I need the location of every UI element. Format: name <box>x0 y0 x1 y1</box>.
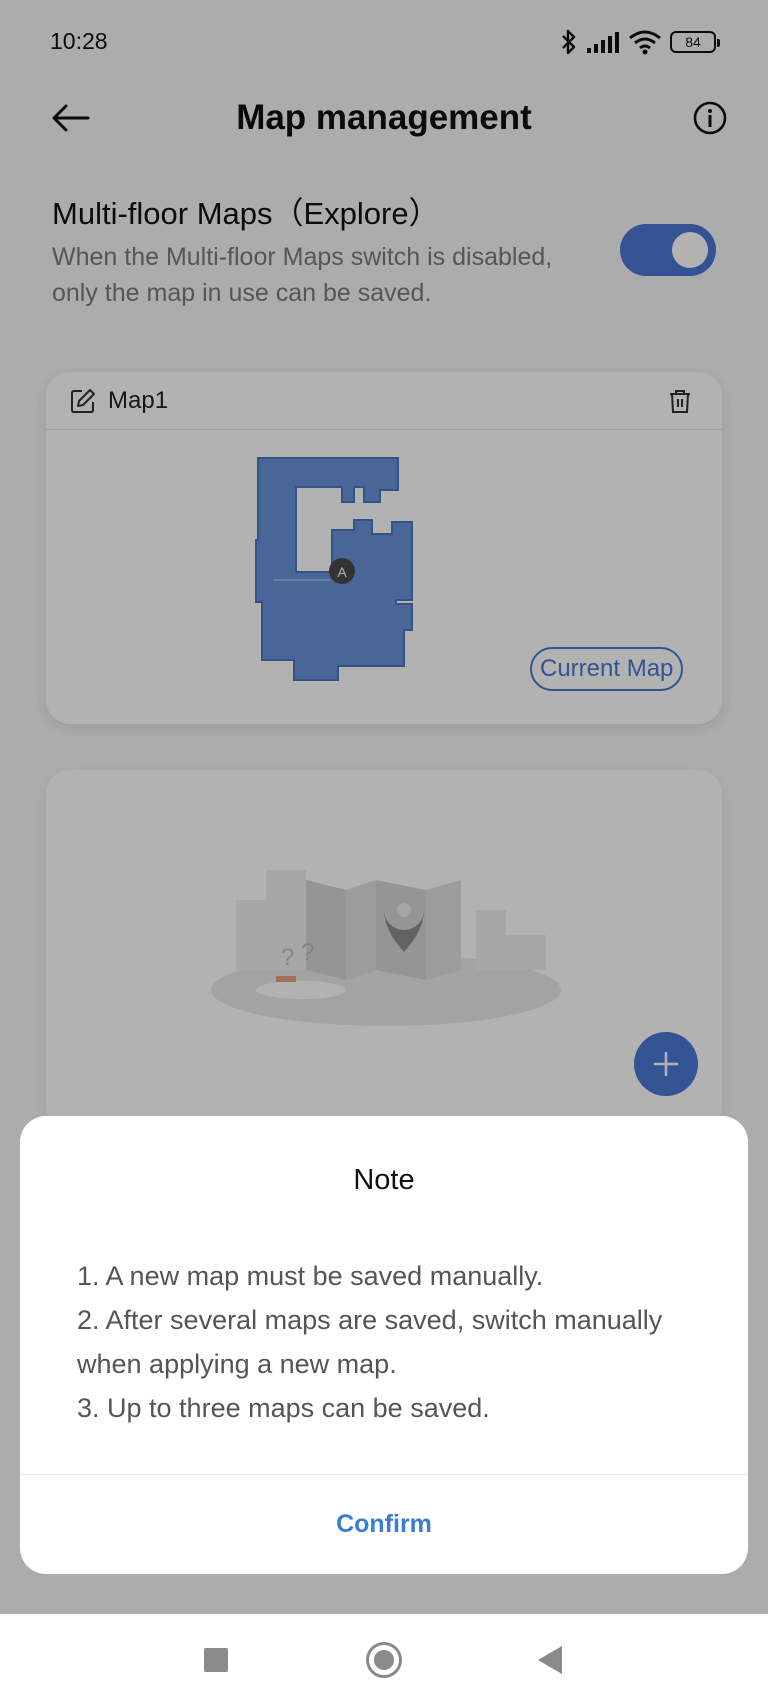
dialog-line: 3. Up to three maps can be saved. <box>77 1393 490 1423</box>
dialog-line: 2. After several maps are saved, switch … <box>77 1305 663 1379</box>
nav-back-button[interactable] <box>538 1646 562 1674</box>
navigation-bar <box>0 1614 768 1706</box>
note-dialog: Note 1. A new map must be saved manually… <box>20 1116 748 1574</box>
confirm-button[interactable]: Confirm <box>20 1475 748 1574</box>
dialog-title: Note <box>353 1164 415 1196</box>
dialog-body: 1. A new map must be saved manually. 2. … <box>77 1254 677 1430</box>
recents-button[interactable] <box>204 1648 228 1672</box>
home-button[interactable] <box>366 1642 402 1678</box>
dialog-line: 1. A new map must be saved manually. <box>77 1261 544 1291</box>
